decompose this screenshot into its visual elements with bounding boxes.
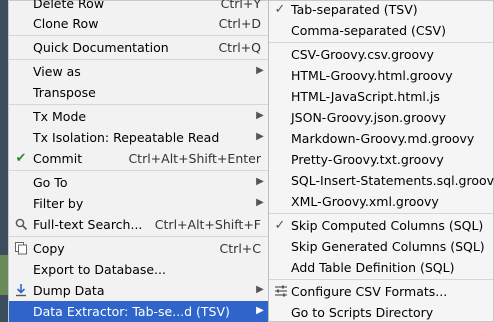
background-image [0, 255, 8, 295]
menu-separator [269, 213, 493, 214]
submenu-item-label: Markdown-Groovy.md.groovy [291, 131, 475, 146]
submenu-item-csv-groovy[interactable]: CSV-Groovy.csv.groovy [269, 44, 493, 65]
submenu-item-label: Configure CSV Formats... [291, 284, 448, 299]
submenu-item-label: Pretty-Groovy.txt.groovy [291, 152, 444, 167]
menu-item-label: Go To [33, 175, 68, 190]
submenu-arrow-icon: ▶ [256, 197, 264, 208]
submenu-item-pretty-groovy[interactable]: Pretty-Groovy.txt.groovy [269, 149, 493, 170]
submenu-arrow-icon: ▶ [256, 65, 264, 76]
shortcut-label: Ctrl+D [218, 16, 261, 31]
menu-item-view-as[interactable]: View as ▶ [9, 61, 269, 82]
menu-item-transpose[interactable]: Transpose [9, 82, 269, 103]
submenu-item-html-groovy[interactable]: HTML-Groovy.html.groovy [269, 65, 493, 86]
menu-item-tx-isolation[interactable]: Tx Isolation: Repeatable Read ▶ [9, 127, 269, 148]
submenu-item-label: Skip Computed Columns (SQL) [291, 218, 484, 233]
menu-item-label: Copy [33, 241, 65, 256]
submenu-item-label: CSV-Groovy.csv.groovy [291, 47, 434, 62]
menu-separator [269, 42, 493, 43]
menu-item-copy[interactable]: Copy Ctrl+C [9, 238, 269, 259]
submenu-item-label: Tab-separated (TSV) [291, 2, 418, 17]
data-extractor-submenu: ✓ Tab-separated (TSV) Comma-separated (C… [268, 0, 494, 322]
submenu-item-label: Skip Generated Columns (SQL) [291, 239, 485, 254]
menu-item-label: Tx Isolation: Repeatable Read [33, 130, 220, 145]
submenu-item-label: JSON-Groovy.json.groovy [291, 110, 447, 125]
menu-item-clone-row[interactable]: Clone Row Ctrl+D [9, 13, 269, 34]
menu-item-export-to-database[interactable]: Export to Database... [9, 259, 269, 280]
shortcut-label: Ctrl+Y [220, 0, 261, 11]
menu-item-label: Transpose [33, 85, 96, 100]
submenu-item-label: SQL-Insert-Statements.sql.groovy [291, 173, 494, 188]
menu-item-go-to[interactable]: Go To ▶ [9, 172, 269, 193]
check-icon: ✓ [274, 217, 286, 233]
shortcut-label: Ctrl+Alt+Shift+Enter [128, 151, 261, 166]
menu-item-full-text-search[interactable]: Full-text Search... Ctrl+Alt+Shift+F [9, 214, 269, 235]
settings-sliders-icon [273, 283, 289, 299]
menu-item-label: Filter by [33, 196, 84, 211]
menu-item-quick-documentation[interactable]: Quick Documentation Ctrl+Q [9, 37, 269, 58]
shortcut-label: Ctrl+C [219, 241, 261, 256]
submenu-item-csv[interactable]: Comma-separated (CSV) [269, 20, 493, 41]
submenu-item-html-javascript[interactable]: HTML-JavaScript.html.js [269, 86, 493, 107]
menu-separator [269, 279, 493, 280]
commit-check-icon: ✔ [15, 150, 27, 166]
submenu-item-go-to-scripts[interactable]: Go to Scripts Directory [269, 302, 493, 322]
submenu-item-configure-csv[interactable]: Configure CSV Formats... [269, 281, 493, 302]
submenu-item-label: HTML-Groovy.html.groovy [291, 68, 453, 83]
submenu-item-label: XML-Groovy.xml.groovy [291, 194, 439, 209]
submenu-arrow-icon: ▶ [256, 131, 264, 142]
submenu-item-label: Add Table Definition (SQL) [291, 260, 455, 275]
menu-item-label: Quick Documentation [33, 40, 169, 55]
menu-separator [9, 35, 269, 36]
menu-separator [9, 59, 269, 60]
menu-separator [9, 236, 269, 237]
check-icon: ✓ [274, 1, 286, 17]
submenu-item-json-groovy[interactable]: JSON-Groovy.json.groovy [269, 107, 493, 128]
menu-item-label: Export to Database... [33, 262, 166, 277]
submenu-item-label: Comma-separated (CSV) [291, 23, 446, 38]
submenu-arrow-icon: ▶ [256, 305, 264, 316]
menu-item-delete-row[interactable]: Delete Row Ctrl+Y [9, 0, 269, 14]
menu-separator [9, 170, 269, 171]
submenu-item-sql-insert[interactable]: SQL-Insert-Statements.sql.groovy [269, 170, 494, 191]
submenu-item-xml-groovy[interactable]: XML-Groovy.xml.groovy [269, 191, 493, 212]
menu-item-label: Dump Data [33, 283, 105, 298]
submenu-item-add-table-definition[interactable]: Add Table Definition (SQL) [269, 257, 493, 278]
shortcut-label: Ctrl+Alt+Shift+F [154, 217, 261, 232]
download-icon [13, 282, 29, 298]
menu-item-label: Data Extractor: Tab-se...d (TSV) [33, 304, 230, 319]
submenu-item-label: Go to Scripts Directory [291, 305, 434, 320]
menu-item-label: View as [33, 64, 81, 79]
menu-item-label: Full-text Search... [33, 217, 143, 232]
menu-item-commit[interactable]: ✔ Commit Ctrl+Alt+Shift+Enter [9, 148, 269, 169]
menu-item-filter-by[interactable]: Filter by ▶ [9, 193, 269, 214]
context-menu: Delete Row Ctrl+Y Clone Row Ctrl+D Quick… [8, 0, 270, 322]
submenu-item-skip-generated[interactable]: Skip Generated Columns (SQL) [269, 236, 493, 257]
menu-item-label: Commit [33, 151, 83, 166]
submenu-item-markdown-groovy[interactable]: Markdown-Groovy.md.groovy [269, 128, 493, 149]
menu-item-label: Tx Mode [33, 109, 87, 124]
search-icon [13, 216, 29, 232]
submenu-item-tsv[interactable]: ✓ Tab-separated (TSV) [269, 0, 493, 20]
submenu-arrow-icon: ▶ [256, 176, 264, 187]
submenu-item-skip-computed[interactable]: ✓ Skip Computed Columns (SQL) [269, 215, 493, 236]
menu-item-label: Clone Row [33, 16, 99, 31]
menu-item-tx-mode[interactable]: Tx Mode ▶ [9, 106, 269, 127]
menu-item-data-extractor[interactable]: Data Extractor: Tab-se...d (TSV) ▶ [9, 301, 269, 322]
submenu-item-label: HTML-JavaScript.html.js [291, 89, 440, 104]
submenu-arrow-icon: ▶ [256, 284, 264, 295]
menu-separator [9, 104, 269, 105]
menu-item-dump-data[interactable]: Dump Data ▶ [9, 280, 269, 301]
submenu-arrow-icon: ▶ [256, 110, 264, 121]
shortcut-label: Ctrl+Q [218, 40, 261, 55]
menu-item-label: Delete Row [33, 0, 105, 11]
copy-icon [13, 240, 29, 256]
